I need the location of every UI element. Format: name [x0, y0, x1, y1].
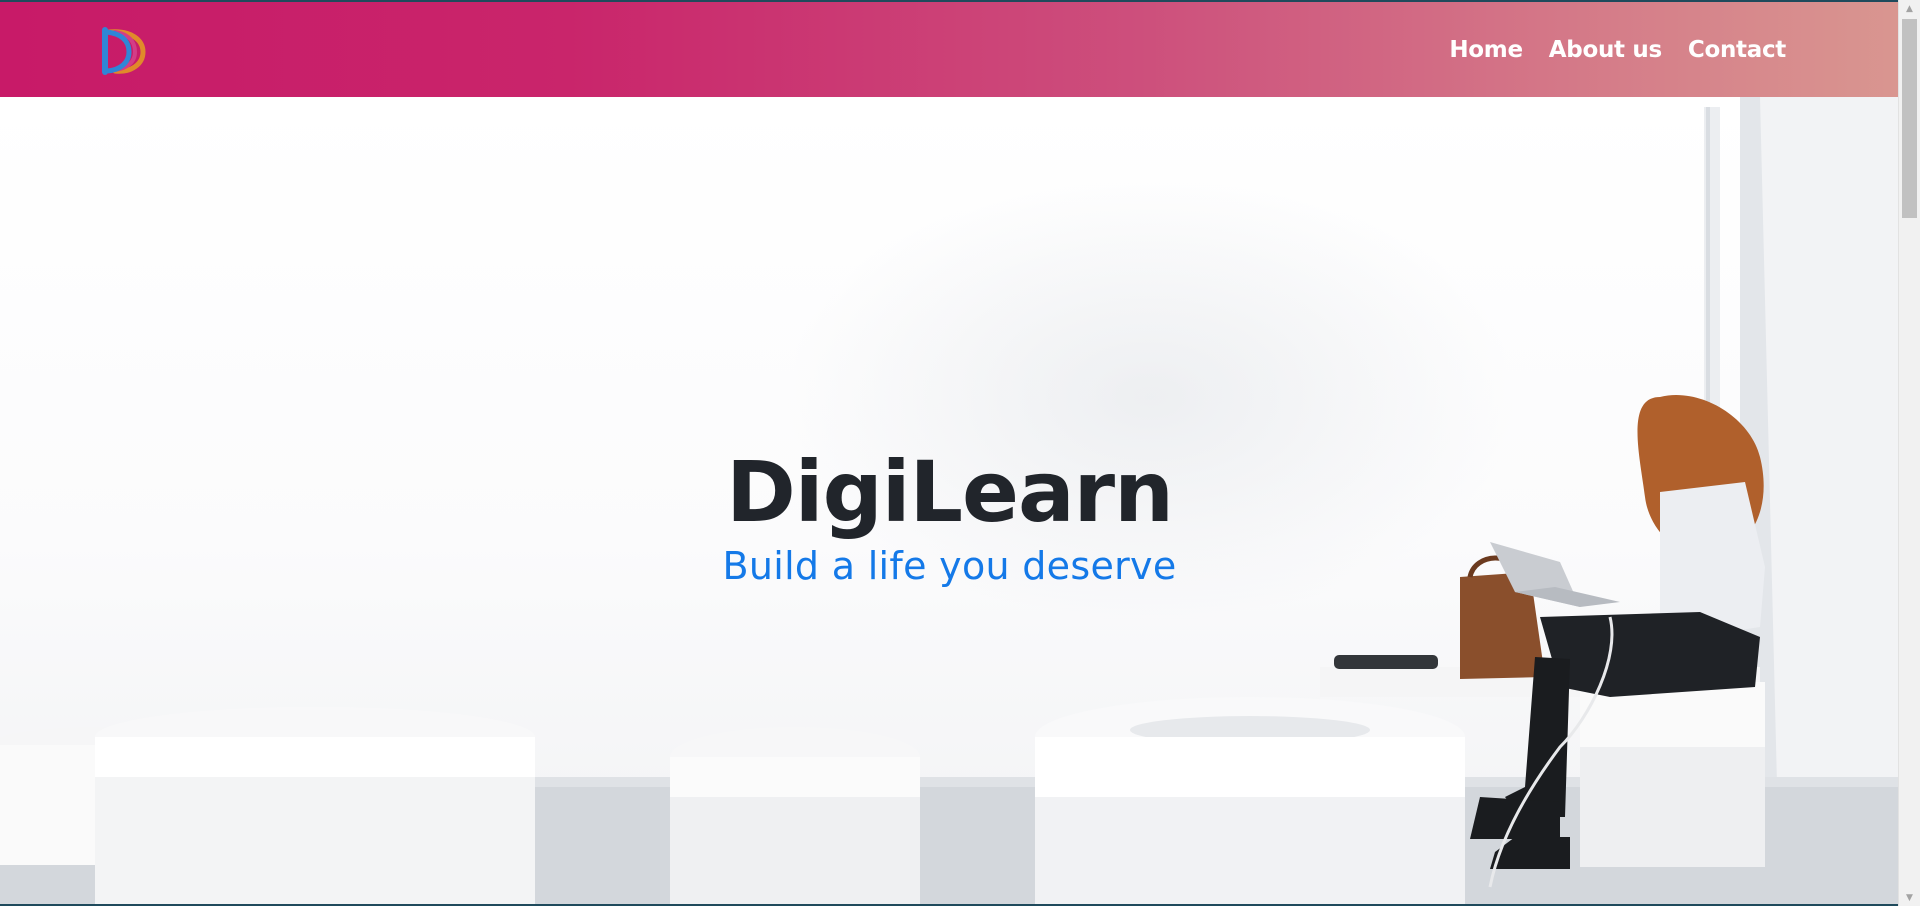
top-border: [0, 0, 1920, 2]
nav-link-home[interactable]: Home: [1449, 37, 1523, 63]
scroll-thumb[interactable]: [1902, 19, 1917, 218]
hero-subtitle: Build a life you deserve: [722, 544, 1177, 588]
hero-title: DigiLearn: [726, 443, 1174, 541]
nav-link-about-us[interactable]: About us: [1549, 37, 1662, 63]
main-nav: Home About us Contact: [1449, 2, 1786, 97]
scroll-down-arrow-icon[interactable]: ▼: [1899, 889, 1920, 906]
digilearn-logo-icon[interactable]: [101, 26, 147, 76]
navbar: Home About us Contact: [0, 2, 1899, 97]
vertical-scrollbar[interactable]: ▲ ▼: [1898, 0, 1920, 906]
scroll-up-arrow-icon[interactable]: ▲: [1899, 0, 1920, 17]
hero-section: DigiLearn Build a life you deserve: [0, 97, 1899, 906]
nav-link-contact[interactable]: Contact: [1688, 37, 1786, 63]
hero-text: DigiLearn Build a life you deserve: [0, 442, 1899, 590]
page: Home About us Contact DigiLearn Build a …: [0, 0, 1920, 906]
